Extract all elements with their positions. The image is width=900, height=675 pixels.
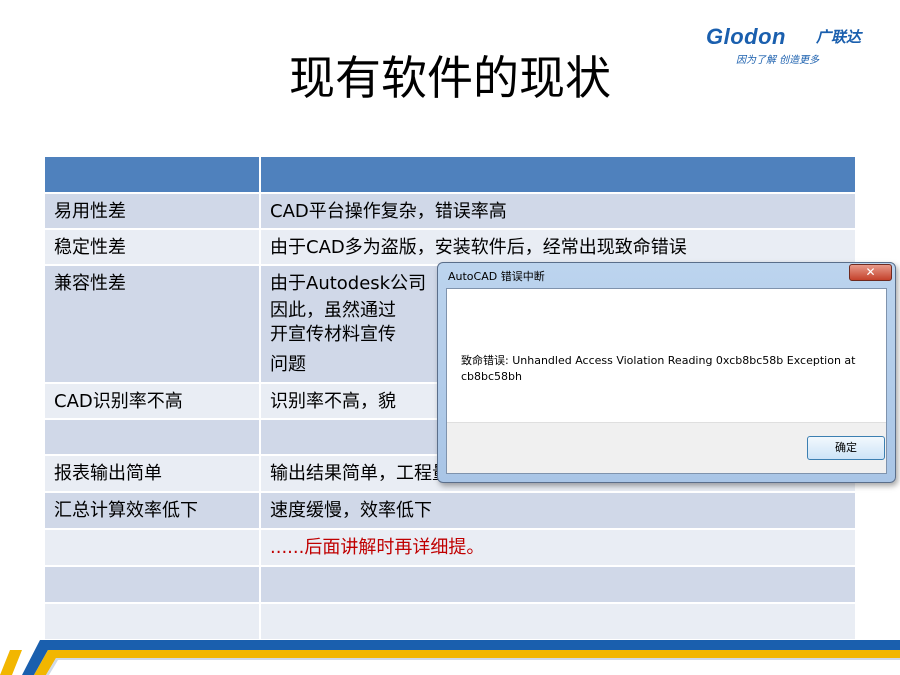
cell-text: 稳定性差 bbox=[54, 237, 126, 258]
table-header-cell bbox=[261, 157, 855, 192]
table-cell: CAD平台操作复杂，错误率高 bbox=[261, 194, 855, 228]
table-row bbox=[45, 604, 855, 639]
cell-text-line: 由于Autodesk公司 bbox=[270, 273, 427, 294]
slide-title: 现有软件的现状 bbox=[289, 51, 611, 105]
table-row: 汇总计算效率低下 速度缓慢，效率低下 bbox=[45, 493, 855, 528]
cell-text: 报表输出简单 bbox=[54, 463, 162, 484]
footer-stripe-yellow-long bbox=[34, 650, 900, 675]
dialog-footer: 确定 bbox=[447, 422, 886, 473]
table-cell bbox=[261, 567, 855, 602]
table-cell: 报表输出简单 bbox=[45, 456, 259, 491]
table-cell: CAD识别率不高 bbox=[45, 384, 259, 418]
table-header-row bbox=[45, 157, 855, 192]
table-cell bbox=[45, 420, 259, 454]
note-text: ......后面讲解时再详细提。 bbox=[270, 537, 485, 558]
table-cell: ......后面讲解时再详细提。 bbox=[261, 530, 855, 565]
cell-text: 速度缓慢，效率低下 bbox=[270, 500, 432, 521]
cell-text-line: 问题 bbox=[270, 354, 306, 375]
cell-text: 识别率不高，貌 bbox=[270, 391, 396, 412]
table-cell bbox=[45, 530, 259, 565]
table-cell: 稳定性差 bbox=[45, 230, 259, 264]
cell-text-line: 因此，虽然通过 bbox=[270, 300, 396, 321]
table-cell: 由于CAD多为盗版，安装软件后，经常出现致命错误 bbox=[261, 230, 855, 264]
table-header-cell bbox=[45, 157, 259, 192]
autocad-error-dialog: AutoCAD 错误中断 ✕ 致命错误: Unhandled Access Vi… bbox=[437, 262, 896, 483]
footer-stripes bbox=[0, 640, 900, 675]
table-cell bbox=[45, 567, 259, 602]
footer-stripe-yellow bbox=[0, 650, 22, 675]
cell-text-line: 开宣传材料宣传 bbox=[270, 324, 396, 345]
table-cell: 速度缓慢，效率低下 bbox=[261, 493, 855, 528]
dialog-title: AutoCAD 错误中断 bbox=[448, 270, 545, 283]
close-icon: ✕ bbox=[865, 265, 876, 279]
dialog-body: 致命错误: Unhandled Access Violation Reading… bbox=[446, 288, 887, 474]
footer-stripe-light bbox=[46, 658, 900, 675]
close-button[interactable]: ✕ bbox=[849, 264, 892, 281]
table-cell: 易用性差 bbox=[45, 194, 259, 228]
table-row: ......后面讲解时再详细提。 bbox=[45, 530, 855, 565]
cell-text: CAD识别率不高 bbox=[54, 391, 183, 412]
table-row: 易用性差 CAD平台操作复杂，错误率高 bbox=[45, 194, 855, 228]
table-row: 稳定性差 由于CAD多为盗版，安装软件后，经常出现致命错误 bbox=[45, 230, 855, 264]
table-cell bbox=[45, 604, 259, 639]
table-cell: 汇总计算效率低下 bbox=[45, 493, 259, 528]
cell-text: 汇总计算效率低下 bbox=[54, 500, 198, 521]
table-cell bbox=[261, 604, 855, 639]
cell-text: CAD平台操作复杂，错误率高 bbox=[270, 201, 507, 222]
table-row bbox=[45, 567, 855, 602]
cell-text: 由于CAD多为盗版，安装软件后，经常出现致命错误 bbox=[270, 237, 687, 258]
ok-button[interactable]: 确定 bbox=[807, 436, 885, 460]
cell-text: 易用性差 bbox=[54, 201, 126, 222]
error-message: 致命错误: Unhandled Access Violation Reading… bbox=[461, 354, 856, 383]
table-cell: 兼容性差 bbox=[45, 266, 259, 382]
cell-text: 兼容性差 bbox=[54, 273, 126, 294]
